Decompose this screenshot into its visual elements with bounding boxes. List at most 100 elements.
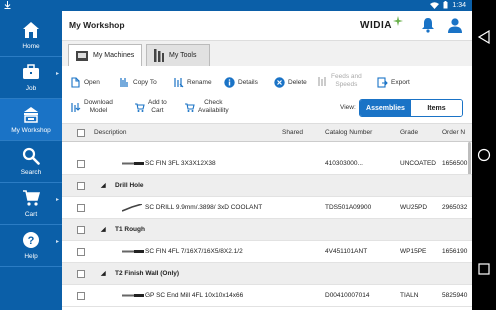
app-header: My Workshop WIDIA <box>62 11 472 41</box>
sidebar-item-label: Search <box>20 169 42 176</box>
tool-image <box>122 162 144 165</box>
check-availability-button[interactable]: Check Availability <box>184 99 229 115</box>
sidebar-item-label: Home <box>22 43 40 50</box>
battery-icon <box>443 1 448 9</box>
column-grade: Grade <box>400 129 419 136</box>
briefcase-icon <box>23 64 39 79</box>
column-order-number: Order N <box>442 129 466 136</box>
expand-icon[interactable]: ◢ <box>101 182 106 189</box>
tool-image <box>122 250 144 253</box>
row-checkbox[interactable] <box>77 204 85 212</box>
add-to-cart-button[interactable]: Add to Cart <box>134 99 167 115</box>
table-row[interactable]: SC FIN 3FL 3X3X12X38 410303000... UNCOAT… <box>62 153 472 175</box>
view-toggle: Assemblies Items <box>359 99 463 117</box>
download-icon <box>71 102 81 112</box>
row-checkbox[interactable] <box>77 226 85 234</box>
sidebar-item-label: Help <box>24 253 38 260</box>
page-title: My Workshop <box>69 20 125 30</box>
expand-icon[interactable]: ◢ <box>101 226 106 233</box>
export-icon <box>377 77 388 88</box>
select-all-checkbox[interactable] <box>77 129 85 137</box>
row-checkbox[interactable] <box>77 182 85 190</box>
tools-icon <box>154 49 164 62</box>
sidebar-item-help[interactable]: ? Help ▸ <box>0 225 62 267</box>
clock: 1:34 <box>452 1 466 9</box>
workshop-icon <box>24 107 38 123</box>
app-screen: 1:34 Home Job ▸ My Workshop Search Cart … <box>0 0 472 310</box>
sidebar-item-my-workshop[interactable]: My Workshop <box>0 99 62 141</box>
system-nav-bar <box>472 0 496 310</box>
expand-icon[interactable]: ◢ <box>101 270 106 277</box>
row-checkbox[interactable] <box>77 292 85 300</box>
help-icon: ? <box>23 232 39 248</box>
row-checkbox[interactable] <box>77 160 85 168</box>
export-button[interactable]: Export <box>377 77 410 88</box>
delete-icon <box>274 77 285 88</box>
availability-icon <box>185 102 195 112</box>
tool-image <box>122 204 142 212</box>
column-shared: Shared <box>282 129 303 136</box>
chevron-right-icon: ▸ <box>55 197 59 203</box>
feeds-speeds-icon <box>318 76 326 86</box>
sidebar-item-label: Job <box>25 85 37 92</box>
view-label: View: <box>340 104 356 111</box>
sidebar-item-job[interactable]: Job ▸ <box>0 57 62 99</box>
back-icon[interactable] <box>477 30 491 44</box>
table-group-row[interactable]: ◢ Drill Hole <box>62 175 472 197</box>
search-icon <box>22 147 40 165</box>
open-button[interactable]: Open <box>70 77 100 88</box>
copy-to-button[interactable]: Copy To <box>119 77 157 88</box>
sidebar-item-label: My Workshop <box>11 127 51 134</box>
copy-icon <box>120 78 128 87</box>
table-header: Description Shared Catalog Number Grade … <box>62 124 472 142</box>
delete-button[interactable]: Delete <box>274 77 307 88</box>
brand-logo: WIDIA <box>360 20 392 31</box>
tab-label: My Machines <box>93 52 135 59</box>
home-nav-icon[interactable] <box>477 148 491 162</box>
user-profile-icon[interactable] <box>447 17 463 33</box>
bell-icon[interactable] <box>420 17 436 33</box>
sidebar-item-label: Cart <box>24 211 38 218</box>
open-icon <box>71 77 80 88</box>
toolbar: Open Copy To Rename Details Delete Feeds… <box>62 66 472 124</box>
recent-apps-icon[interactable] <box>477 262 491 276</box>
tools-table: Description Shared Catalog Number Grade … <box>62 124 472 310</box>
column-catalog-number: Catalog Number <box>325 129 373 136</box>
download-model-button[interactable]: Download Model <box>70 99 113 115</box>
logo-star-icon <box>393 16 403 26</box>
status-bar: 1:34 <box>0 0 472 11</box>
home-icon <box>23 22 39 38</box>
tab-my-machines[interactable]: My Machines <box>68 44 142 66</box>
sidebar-item-cart[interactable]: Cart ▸ <box>0 183 62 225</box>
view-items-button[interactable]: Items <box>411 100 462 116</box>
notification-icon <box>4 1 11 11</box>
table-row[interactable]: GP SC End Mill 4FL 10x10x14x66 D00410007… <box>62 285 472 307</box>
sidebar: Home Job ▸ My Workshop Search Cart ▸ ? H… <box>0 11 62 310</box>
row-checkbox[interactable] <box>77 248 85 256</box>
table-row[interactable]: SC DRILL 9.9mm/.3898/ 3xD COOLANT TDS501… <box>62 197 472 219</box>
sidebar-item-home[interactable]: Home <box>0 15 62 57</box>
add-cart-icon <box>135 102 145 112</box>
table-row[interactable]: SC FIN 4FL 7/16X7/16X5/8X2.1/2 4V451101A… <box>62 241 472 263</box>
table-group-row[interactable]: ◢ T2 Finish Wall (Only) <box>62 263 472 285</box>
rename-icon <box>174 78 184 88</box>
chevron-right-icon: ▸ <box>55 239 59 245</box>
rename-button[interactable]: Rename <box>173 77 212 88</box>
cart-icon <box>23 190 40 206</box>
chevron-right-icon: ▸ <box>55 71 59 77</box>
info-icon <box>224 77 235 88</box>
tab-my-tools[interactable]: My Tools <box>146 44 210 66</box>
machines-icon <box>76 50 88 61</box>
sidebar-item-search[interactable]: Search <box>0 141 62 183</box>
feeds-and-speeds-button[interactable]: Feeds and Speeds <box>317 73 362 89</box>
row-checkbox[interactable] <box>77 270 85 278</box>
column-description: Description <box>94 129 127 136</box>
details-button[interactable]: Details <box>224 77 258 88</box>
table-group-row[interactable]: ◢ T1 Rough <box>62 219 472 241</box>
tab-label: My Tools <box>169 52 197 59</box>
tab-bar: My Machines My Tools <box>62 41 472 66</box>
tool-image <box>122 294 144 297</box>
wifi-icon <box>430 1 440 9</box>
svg-text:?: ? <box>28 235 35 247</box>
view-assemblies-button[interactable]: Assemblies <box>360 100 411 116</box>
